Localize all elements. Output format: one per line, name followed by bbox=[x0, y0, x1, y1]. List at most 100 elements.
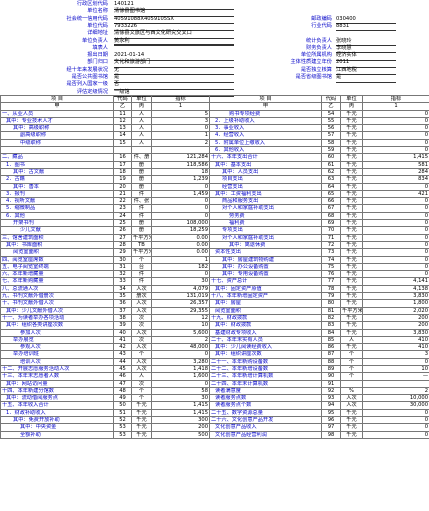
item-value[interactable] bbox=[362, 379, 429, 388]
item-value[interactable]: 5,600 bbox=[151, 328, 210, 337]
item-value[interactable]: 0 bbox=[362, 430, 429, 439]
item-value[interactable]: 1,800 bbox=[362, 299, 429, 308]
item-value[interactable]: 0 bbox=[151, 379, 210, 388]
item-value[interactable]: 1 bbox=[151, 131, 210, 140]
item-value[interactable]: 0.00 bbox=[151, 248, 210, 257]
item-value[interactable]: 0 bbox=[362, 197, 429, 206]
header-field-value[interactable] bbox=[114, 43, 234, 45]
item-value[interactable]: 48,000 bbox=[151, 343, 210, 352]
item-value[interactable]: 200 bbox=[151, 423, 210, 432]
item-value[interactable]: 0 bbox=[362, 416, 429, 425]
item-value[interactable]: 18 bbox=[151, 167, 210, 177]
item-value[interactable]: 1,415 bbox=[151, 401, 210, 410]
item-value[interactable]: 30 bbox=[151, 277, 210, 286]
item-value[interactable]: 1,600 bbox=[151, 372, 210, 381]
item-value[interactable]: 3,830 bbox=[362, 291, 429, 301]
item-value[interactable]: 0 bbox=[362, 116, 429, 126]
item-value[interactable]: 0 bbox=[151, 182, 210, 191]
item-value[interactable]: 0 bbox=[362, 423, 429, 432]
item-value[interactable]: 1,415 bbox=[151, 408, 210, 418]
item-value[interactable]: 4,138 bbox=[362, 284, 429, 294]
item-value[interactable]: 0 bbox=[362, 182, 429, 191]
item-label: 二十五、数字资源总量 bbox=[209, 408, 322, 418]
item-value[interactable]: 2 bbox=[362, 386, 429, 396]
item-value[interactable]: 3,280 bbox=[151, 357, 210, 367]
item-value[interactable]: 0 bbox=[362, 270, 429, 279]
sub-item-right: 甲 bbox=[209, 102, 322, 111]
item-value[interactable]: 0 bbox=[151, 197, 210, 206]
item-value[interactable]: 0 bbox=[151, 124, 210, 133]
item-value[interactable]: 58 bbox=[151, 386, 210, 396]
table-row: 六、本年新增藏量 32 件 0 其中：专用设备购置 76 千元 0 bbox=[0, 270, 429, 279]
item-value[interactable]: 30 bbox=[151, 394, 210, 403]
item-value[interactable]: 2 bbox=[151, 138, 210, 148]
item-label: 七、本年新购藏量 bbox=[0, 277, 114, 286]
item-value[interactable]: 1,239 bbox=[151, 175, 210, 184]
item-value[interactable]: 4,141 bbox=[362, 277, 429, 286]
item-value[interactable]: 0 bbox=[362, 226, 429, 235]
item-value[interactable]: 0 bbox=[362, 248, 429, 257]
item-value[interactable]: 131,019 bbox=[151, 291, 210, 301]
item-unit: 千元 bbox=[340, 423, 363, 432]
item-value[interactable]: 200 bbox=[362, 321, 429, 330]
col-code-right: 代码 bbox=[321, 94, 341, 104]
item-value[interactable]: 0 bbox=[151, 211, 210, 221]
item-value[interactable]: 1 bbox=[151, 255, 210, 264]
item-value[interactable]: 0 bbox=[362, 408, 429, 418]
item-value[interactable]: 834 bbox=[362, 175, 429, 184]
item-value[interactable]: 5 bbox=[151, 109, 210, 118]
item-value[interactable]: 0 bbox=[362, 211, 429, 221]
item-value[interactable]: 4,079 bbox=[151, 284, 210, 294]
item-value[interactable]: — bbox=[362, 372, 429, 381]
item-label: 二十、本年末实有人员 bbox=[209, 335, 322, 345]
item-value[interactable]: 421 bbox=[362, 189, 429, 199]
item-value[interactable]: 121,284 bbox=[151, 153, 210, 162]
item-value[interactable]: 200 bbox=[362, 313, 429, 323]
item-value[interactable]: 118,586 bbox=[151, 160, 210, 169]
statistics-table: 项 目 代码 单位 指标 项 目 代码 单位 指标 甲 乙 丙 1 甲 乙 丙 … bbox=[0, 94, 429, 439]
item-value[interactable]: 0.00 bbox=[151, 233, 210, 242]
item-value[interactable]: 0 bbox=[362, 109, 429, 118]
item-value[interactable]: 1,418 bbox=[151, 364, 210, 374]
item-value[interactable]: 108,000 bbox=[151, 219, 210, 228]
item-value[interactable]: 500 bbox=[151, 430, 210, 439]
item-code: 23 bbox=[113, 204, 132, 213]
item-value[interactable]: 3 bbox=[362, 350, 429, 359]
item-value[interactable]: 26,357 bbox=[151, 299, 210, 308]
item-value[interactable]: 0 bbox=[151, 204, 210, 213]
item-value[interactable]: 0 bbox=[362, 233, 429, 242]
item-value[interactable]: 0 bbox=[151, 270, 210, 279]
item-value[interactable]: 0 bbox=[362, 146, 429, 155]
item-value[interactable]: 410 bbox=[362, 343, 429, 352]
item-value[interactable]: 0 bbox=[362, 204, 429, 213]
item-value[interactable]: 410 bbox=[362, 335, 429, 345]
item-value[interactable]: 2,020 bbox=[362, 306, 429, 315]
item-value[interactable]: 10 bbox=[362, 364, 429, 374]
item-value[interactable]: 1,415 bbox=[362, 153, 429, 162]
item-value[interactable]: 0 bbox=[362, 255, 429, 264]
item-value[interactable]: 0 bbox=[362, 138, 429, 148]
item-value[interactable]: 0 bbox=[151, 350, 210, 359]
item-value[interactable]: 10,000 bbox=[362, 394, 429, 403]
item-value[interactable]: 2 bbox=[151, 335, 210, 345]
item-value[interactable]: 30,000 bbox=[362, 401, 429, 410]
item-value[interactable]: 29,355 bbox=[151, 306, 210, 315]
item-value[interactable]: 300 bbox=[151, 416, 210, 425]
item-value[interactable]: 0 bbox=[362, 262, 429, 272]
item-value[interactable]: 0 bbox=[362, 240, 429, 250]
item-value[interactable]: 284 bbox=[362, 167, 429, 177]
item-value[interactable] bbox=[151, 146, 210, 155]
item-value[interactable]: 581 bbox=[362, 160, 429, 169]
item-value[interactable]: 0 bbox=[362, 357, 429, 367]
item-value[interactable]: 12 bbox=[151, 313, 210, 323]
item-value[interactable]: 182 bbox=[151, 262, 210, 272]
item-value[interactable]: 18,259 bbox=[151, 226, 210, 235]
item-value[interactable]: 0.00 bbox=[151, 240, 210, 250]
item-value[interactable]: 0 bbox=[362, 124, 429, 133]
item-value[interactable]: 10 bbox=[151, 321, 210, 330]
item-value[interactable]: 3 bbox=[151, 116, 210, 126]
item-value[interactable]: 0 bbox=[362, 131, 429, 140]
item-value[interactable]: 1,459 bbox=[151, 189, 210, 199]
item-value[interactable]: 0 bbox=[362, 219, 429, 228]
item-value[interactable]: 3,830 bbox=[362, 328, 429, 337]
